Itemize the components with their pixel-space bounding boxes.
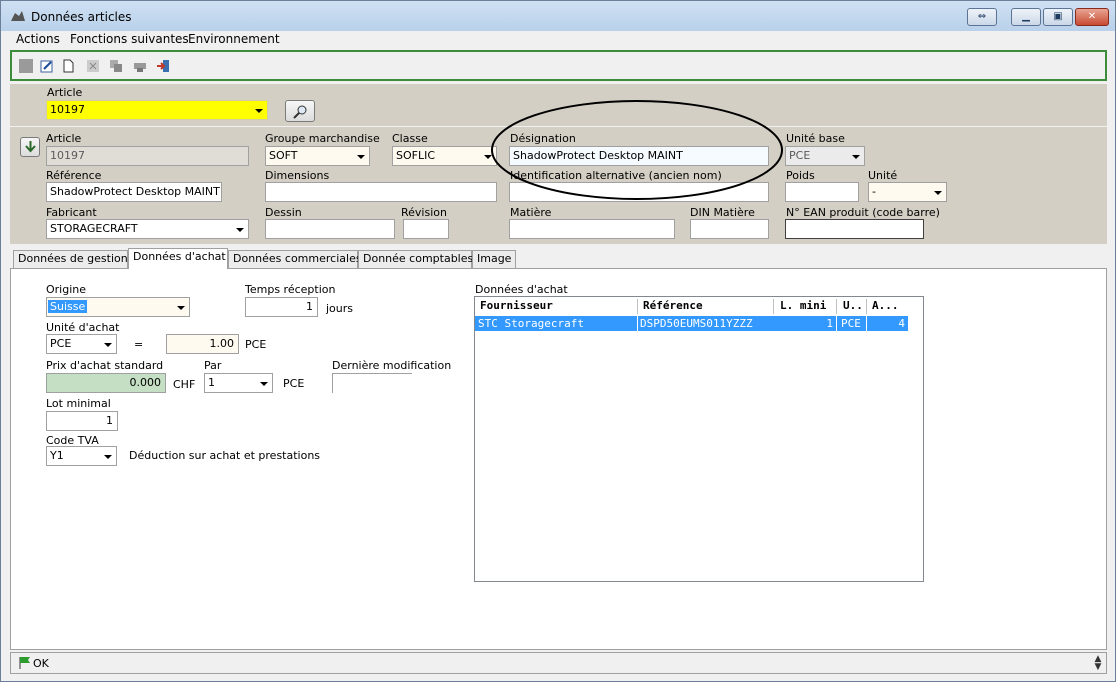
conversion-field[interactable]: 1.00 [166, 334, 239, 354]
status-bar: OK ▲ ▼ [10, 652, 1107, 674]
restore-arrows-button[interactable]: ⇔ [967, 8, 997, 26]
fournisseur-grid[interactable]: Fournisseur Référence L. mini U.. A... S… [474, 296, 924, 582]
unite-achat-select[interactable]: PCE [46, 334, 117, 354]
article-field: 10197 [46, 146, 249, 166]
origine-value: Suisse [48, 300, 88, 313]
maximize-button[interactable]: ▣ [1043, 8, 1073, 26]
par-unit: PCE [283, 377, 305, 390]
prix-achat-field[interactable]: 0.000 [46, 373, 166, 393]
dimensions-field[interactable] [265, 182, 497, 202]
classe-select[interactable]: SOFLIC [392, 146, 497, 166]
groupe-select[interactable]: SOFT [265, 146, 370, 166]
dessin-field[interactable] [265, 219, 395, 239]
cell-fournisseur: STC Storagecraft [478, 317, 584, 330]
cell-unite: PCE [841, 317, 861, 330]
tva-description: Déduction sur achat et prestations [129, 449, 321, 462]
origine-select[interactable]: Suisse [46, 297, 190, 317]
menu-environnement[interactable]: Environnement [188, 32, 280, 46]
derniere-modification-field [332, 373, 412, 393]
temps-reception-label: Temps réception [245, 283, 336, 296]
fabricant-select[interactable]: STORAGECRAFT [46, 219, 249, 239]
matiere-field[interactable] [509, 219, 675, 239]
copy-icon[interactable] [109, 59, 123, 73]
close-button[interactable]: ✕ [1075, 8, 1109, 26]
reference-field[interactable]: ShadowProtect Desktop MAINT [46, 182, 222, 202]
search-icon [293, 105, 307, 119]
exit-icon[interactable] [156, 59, 170, 73]
dimensions-label: Dimensions [265, 169, 330, 182]
status-text: OK [33, 657, 49, 670]
minimize-button[interactable]: ▁ [1011, 8, 1041, 26]
par-label: Par [204, 359, 222, 372]
cell-a: 4 [898, 317, 905, 330]
groupe-label: Groupe marchandise [265, 132, 380, 145]
cell-reference: DSPD50EUMS011YZZZ [640, 317, 753, 330]
tab-donnees-gestion[interactable]: Données de gestion [13, 250, 128, 268]
lot-minimal-label: Lot minimal [46, 397, 111, 410]
app-window: Données articles ⇔ ▁ ▣ ✕ Actions Fonctio… [0, 0, 1116, 682]
din-field[interactable] [690, 219, 769, 239]
revision-field[interactable] [403, 219, 449, 239]
save-icon[interactable] [19, 59, 33, 73]
classe-label: Classe [392, 132, 428, 145]
lot-minimal-field[interactable]: 1 [46, 411, 118, 431]
par-select[interactable]: 1 [204, 373, 273, 393]
col-header-unite[interactable]: U.. [843, 299, 863, 312]
din-label: DIN Matière [690, 206, 755, 219]
derniere-modification-label: Dernière modification [332, 359, 452, 372]
dessin-label: Dessin [265, 206, 302, 219]
matiere-label: Matière [510, 206, 552, 219]
col-header-fournisseur[interactable]: Fournisseur [480, 299, 553, 312]
reference-label: Référence [46, 169, 102, 182]
arrow-down-icon [25, 141, 36, 153]
article-label: Article [46, 132, 82, 145]
origine-label: Origine [46, 283, 87, 296]
menu-bar: Actions Fonctions suivantes Environnemen… [1, 31, 1115, 48]
cell-lmini: 1 [826, 317, 833, 330]
equals-sign: = [134, 338, 144, 351]
ean-label: N° EAN produit (code barre) [786, 206, 940, 219]
toolbar [10, 50, 1107, 81]
prix-achat-label: Prix d'achat standard [46, 359, 164, 372]
tab-donnees-achat[interactable]: Données d'achat [128, 248, 228, 269]
tab-donnees-commerciales[interactable]: Données commerciales [228, 250, 362, 268]
app-icon [11, 11, 25, 21]
delete-icon[interactable] [86, 59, 100, 73]
devise-label: CHF [173, 378, 196, 391]
unite-select[interactable]: - [868, 182, 947, 202]
col-header-lmini[interactable]: L. mini [780, 299, 826, 312]
unite-label: Unité [868, 169, 898, 182]
title-bar: Données articles ⇔ ▁ ▣ ✕ [1, 1, 1115, 31]
status-scroll-spinner[interactable]: ▲ ▼ [1091, 655, 1105, 672]
poids-label: Poids [786, 169, 815, 182]
header-article-label: Article [47, 86, 83, 99]
tab-donnees-comptables[interactable]: Donnée comptables [358, 250, 473, 268]
revision-label: Révision [401, 206, 447, 219]
search-button[interactable] [285, 100, 315, 122]
code-tva-select[interactable]: Y1 [46, 446, 117, 466]
window-title: Données articles [31, 10, 132, 24]
unite-base-select[interactable]: PCE [785, 146, 865, 166]
print-icon[interactable] [133, 59, 147, 73]
unite-base-label: Unité base [786, 132, 845, 145]
article-select[interactable]: 10197 [46, 100, 268, 120]
col-header-reference[interactable]: Référence [643, 299, 703, 312]
col-header-a[interactable]: A... [872, 299, 899, 312]
temps-unit: jours [326, 302, 354, 315]
annotation-ellipse [491, 100, 783, 200]
tab-image[interactable]: Image [472, 250, 516, 268]
edit-icon[interactable] [40, 59, 54, 73]
menu-fonctions-suivantes[interactable]: Fonctions suivantes [70, 32, 189, 46]
down-button[interactable] [20, 137, 40, 157]
fabricant-label: Fabricant [46, 206, 97, 219]
flag-icon [19, 657, 30, 669]
temps-reception-field[interactable]: 1 [245, 297, 318, 317]
menu-actions[interactable]: Actions [16, 32, 60, 46]
poids-field[interactable] [785, 182, 859, 202]
grid-title: Données d'achat [475, 283, 568, 296]
unite-achat-label: Unité d'achat [46, 321, 120, 334]
ean-field[interactable] [785, 219, 924, 239]
conversion-unit: PCE [245, 338, 267, 351]
new-document-icon[interactable] [61, 59, 75, 73]
